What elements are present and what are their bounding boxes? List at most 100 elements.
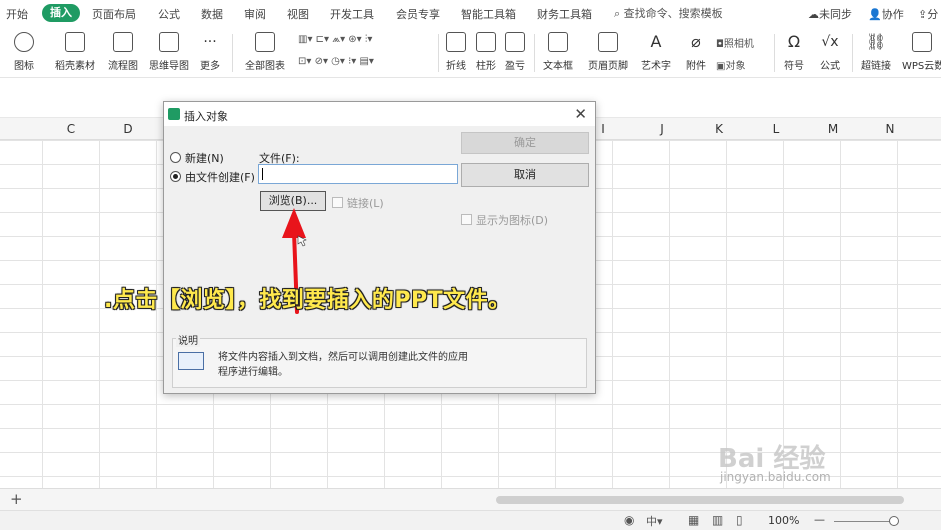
column-header[interactable]: L — [766, 122, 786, 136]
header-footer-icon — [598, 32, 618, 52]
wps-cloud-data-button[interactable]: WPS云数据 — [902, 32, 941, 72]
sparkline-winloss-button[interactable]: 盈亏 — [503, 32, 527, 72]
status-bar: ◉ 中▾ ▦ ▥ ▯ 100% — — [0, 510, 941, 530]
attachment-button[interactable]: ⌀ 附件 — [682, 32, 710, 72]
ribbon-divider — [852, 34, 853, 72]
checkbox-box — [332, 197, 343, 208]
tab-page-layout[interactable]: 页面布局 — [92, 6, 136, 22]
eye-protection-icon[interactable]: ◉ — [624, 513, 634, 527]
description-group-label: 说明 — [176, 332, 200, 347]
zoom-out-button[interactable]: — — [814, 513, 825, 526]
page-break-view-icon[interactable]: ▯ — [736, 513, 743, 527]
sqrt-icon: √x — [821, 34, 839, 50]
ribbon-divider — [534, 34, 535, 72]
file-path-input[interactable] — [258, 164, 458, 184]
close-button[interactable]: ✕ — [574, 105, 587, 123]
tab-view[interactable]: 视图 — [287, 6, 309, 22]
material-button[interactable]: 稻壳素材 — [52, 32, 98, 72]
tab-review[interactable]: 审阅 — [244, 6, 266, 22]
add-sheet-button[interactable]: + — [10, 490, 23, 508]
text-caret — [262, 168, 263, 180]
user-icon: 👤 — [868, 8, 882, 21]
winloss-sparkline-icon — [505, 32, 525, 52]
omega-icon: Ω — [787, 32, 801, 51]
tab-formulas[interactable]: 公式 — [158, 6, 180, 22]
input-method-icon[interactable]: 中▾ — [646, 513, 663, 529]
insert-object-dialog: 插入对象 ✕ 新建(N) 由文件创建(F) 文件(F): 确定 取消 浏览(B)… — [163, 101, 596, 394]
mindmap-icon — [159, 32, 179, 52]
column-header[interactable]: J — [652, 122, 672, 136]
zoom-level[interactable]: 100% — [768, 514, 799, 527]
object-button[interactable]: ▣对象 — [716, 57, 745, 72]
description-text: 将文件内容插入到文档，然后可以调用创建此文件的应用程序进行编辑。 — [218, 352, 468, 378]
radio-indicator-selected — [170, 171, 181, 182]
camera-icon: ◘ — [716, 39, 724, 50]
ribbon-divider — [438, 34, 439, 72]
share-button[interactable]: ⇪分 — [918, 6, 938, 22]
column-sparkline-icon — [476, 32, 496, 52]
command-search[interactable]: ⌕ 查找命令、搜索模板 — [614, 5, 723, 21]
header-footer-button[interactable]: 页眉页脚 — [586, 32, 630, 72]
symbol-button[interactable]: Ω 符号 — [778, 32, 810, 72]
menu-bar: 开始 插入 页面布局 公式 数据 审阅 视图 开发工具 会员专享 智能工具箱 财… — [0, 0, 941, 26]
cancel-button[interactable]: 取消 — [461, 163, 589, 187]
more-dots-icon: ··· — [203, 34, 217, 50]
paperclip-icon: ⌀ — [691, 32, 701, 51]
link-checkbox[interactable]: 链接(L) — [332, 195, 384, 211]
camera-button[interactable]: ◘照相机 — [716, 35, 754, 50]
dialog-title: 插入对象 — [184, 110, 228, 123]
tab-finance-toolbox[interactable]: 财务工具箱 — [537, 6, 592, 22]
column-header[interactable]: M — [823, 122, 843, 136]
cloud-data-icon — [911, 32, 932, 52]
wordart-icon: A — [650, 32, 662, 51]
radio-create-from-file[interactable]: 由文件创建(F) — [170, 169, 255, 185]
column-header[interactable]: D — [118, 122, 138, 136]
image-icon — [65, 32, 85, 52]
page-layout-view-icon[interactable]: ▥ — [712, 513, 723, 527]
column-header[interactable]: I — [593, 122, 613, 136]
column-header[interactable]: K — [709, 122, 729, 136]
tab-insert[interactable]: 插入 — [42, 4, 80, 22]
column-header[interactable]: N — [880, 122, 900, 136]
sheet-tab-bar: + — [0, 488, 941, 510]
bar-chart-icon — [255, 32, 275, 52]
flowchart-button[interactable]: 流程图 — [104, 32, 142, 72]
zoom-slider-handle[interactable] — [889, 516, 899, 526]
column-header[interactable]: C — [61, 122, 81, 136]
formula-button[interactable]: √x 公式 — [814, 32, 846, 72]
radio-create-new[interactable]: 新建(N) — [170, 150, 224, 166]
more-button[interactable]: ··· 更多 — [194, 32, 226, 72]
share-icon: ⇪ — [918, 8, 928, 21]
sparkline-line-button[interactable]: 折线 — [444, 32, 468, 72]
sync-status[interactable]: ☁未同步 — [808, 6, 852, 22]
search-icon: ⌕ — [614, 7, 621, 20]
link-icon: ⛓ — [866, 32, 887, 51]
all-charts-button[interactable]: 全部图表 — [240, 32, 290, 72]
tab-member[interactable]: 会员专享 — [396, 6, 440, 22]
browse-button[interactable]: 浏览(B)... — [260, 191, 326, 211]
tab-developer[interactable]: 开发工具 — [330, 6, 374, 22]
flowchart-icon — [113, 32, 133, 52]
textbox-button[interactable]: 文本框 — [538, 32, 578, 72]
tab-home[interactable]: 开始 — [6, 6, 28, 22]
chart-type-icons-row2[interactable]: ⊡▾ ⊘▾ ◷▾ ⁝▾ ▤▾ — [298, 56, 374, 67]
hyperlink-button[interactable]: ⛓ 超链接 — [856, 32, 896, 72]
sparkline-column-button[interactable]: 柱形 — [474, 32, 498, 72]
chart-type-icons-row1[interactable]: ▥▾ ⊏▾ ⩕▾ ⊛▾ ⫶▾ — [298, 34, 372, 45]
wordart-button[interactable]: A 艺术字 — [636, 32, 676, 72]
normal-view-icon[interactable]: ▦ — [688, 513, 699, 527]
ribbon-divider — [774, 34, 775, 72]
display-as-icon-checkbox[interactable]: 显示为图标(D) — [461, 212, 548, 228]
tab-smart-toolbox[interactable]: 智能工具箱 — [461, 6, 516, 22]
tutorial-caption: .点击【浏览】，找到要插入的PPT文件。 — [104, 288, 511, 313]
checkbox-box — [461, 214, 472, 225]
embedded-document-icon — [178, 352, 204, 370]
dialog-titlebar: 插入对象 ✕ — [164, 102, 595, 126]
icons-button[interactable]: 图标 — [8, 32, 40, 72]
mindmap-button[interactable]: 思维导图 — [146, 32, 192, 72]
ok-button[interactable]: 确定 — [461, 132, 589, 154]
app-logo-icon — [168, 108, 180, 120]
horizontal-scrollbar[interactable] — [496, 496, 904, 504]
collaborate-button[interactable]: 👤协作 — [868, 6, 904, 22]
tab-data[interactable]: 数据 — [201, 6, 223, 22]
